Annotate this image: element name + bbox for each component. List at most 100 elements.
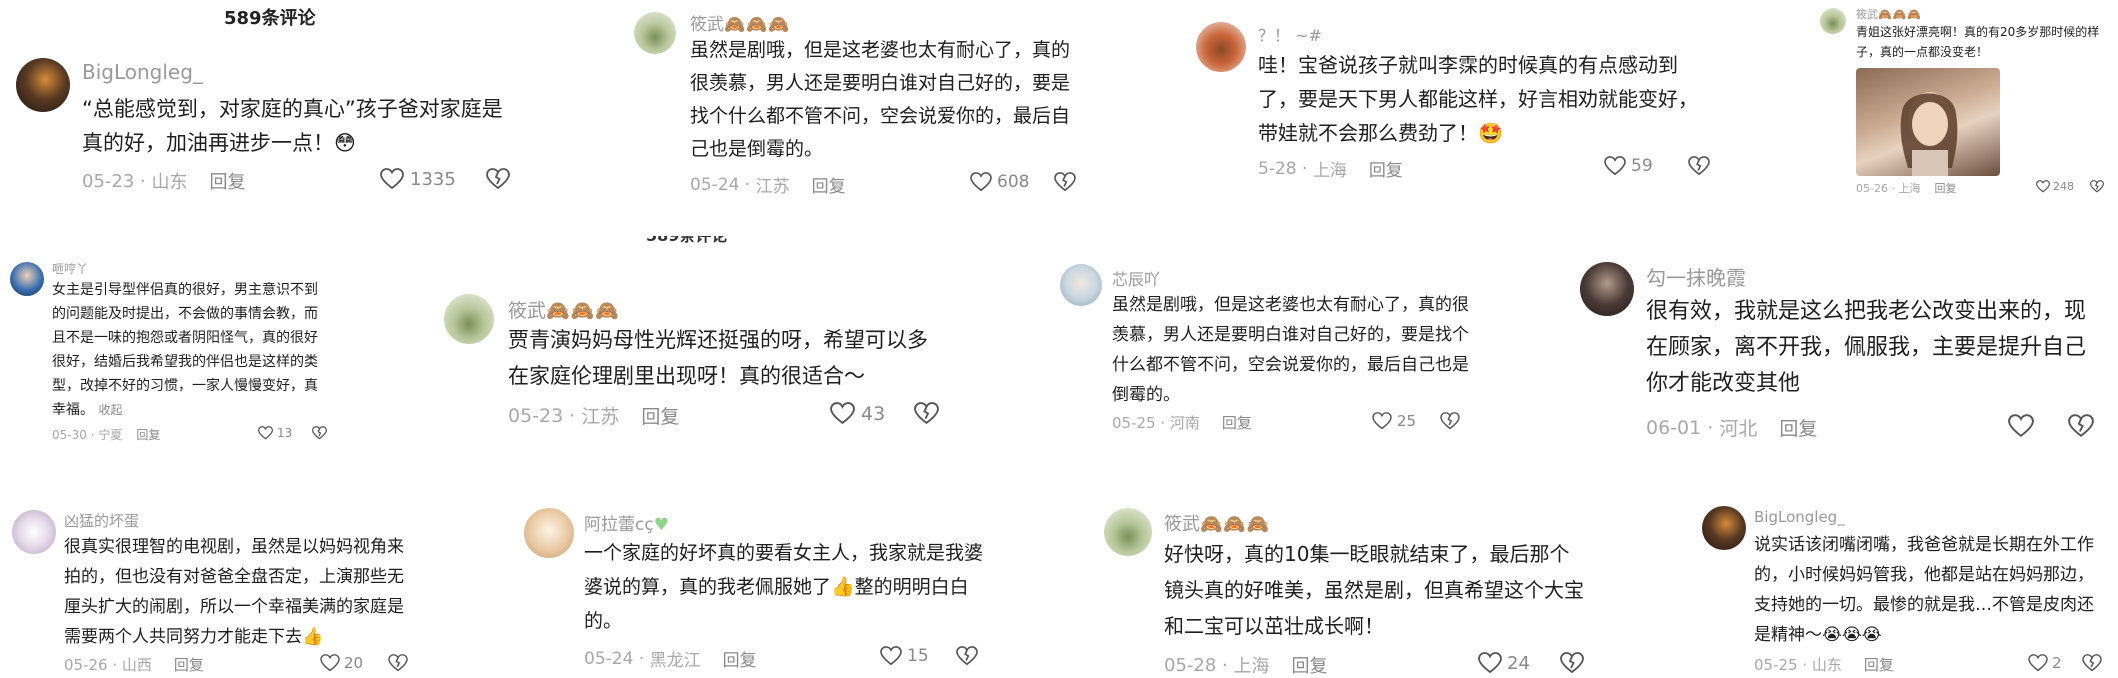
broken-heart-icon (2068, 414, 2094, 438)
heart-outline-icon (830, 402, 855, 425)
like-button[interactable]: 15 (880, 646, 929, 666)
reply-button[interactable]: 回复 (209, 168, 245, 194)
like-count: 15 (907, 646, 929, 666)
like-count: 20 (344, 654, 364, 672)
username[interactable]: BigLongleg_ (1754, 508, 1845, 526)
username[interactable]: 筱武🙈🙈🙈 (1164, 510, 1270, 536)
location: 山东 (1811, 656, 1842, 674)
comment-text: 一个家庭的好坏真的要看女主人，我家就是我婆婆说的算，真的我老佩服她了👍整的明明白… (584, 542, 984, 632)
date: 05-24 (690, 174, 740, 195)
avatar[interactable] (1580, 262, 1634, 316)
dislike-button[interactable] (1560, 652, 1584, 674)
username[interactable]: 芯辰吖 (1112, 266, 1160, 290)
comment-text: 青姐这张好漂亮啊！真的有20多岁那时候的样子，真的一点都没变老！ (1856, 25, 2100, 59)
avatar[interactable] (16, 58, 70, 112)
username[interactable]: 勾一抹晚霞 (1646, 262, 1746, 291)
reply-button[interactable]: 回复 (723, 646, 757, 671)
dislike-button[interactable] (1688, 156, 1710, 176)
like-button[interactable]: 59 (1604, 156, 1653, 176)
dislike-button[interactable] (2082, 654, 2102, 672)
reply-button[interactable]: 回复 (1779, 414, 1817, 441)
avatar[interactable] (444, 294, 494, 344)
dislike-button[interactable] (1054, 172, 1076, 192)
avatar[interactable] (1104, 508, 1152, 556)
comment-text: 虽然是剧哦，但是这老婆也太有耐心了，真的很羡慕，男人还是要明白谁对自己好的，要是… (1112, 295, 1469, 405)
reply-button[interactable]: 回复 (812, 172, 846, 197)
reply-button[interactable]: 回复 (641, 402, 679, 429)
emoji: 😳 (334, 131, 356, 155)
username[interactable]: 筱武🙈🙈🙈 (690, 10, 791, 35)
dislike-button[interactable] (1440, 412, 1460, 430)
like-button[interactable]: 248 (2036, 180, 2074, 193)
comment-text: 好快呀，真的10集一眨眼就结束了，最后那个镜头真的好唯美，虽然是剧，但真希望这个… (1164, 542, 1584, 638)
location: 江苏 (755, 177, 790, 197)
reply-button[interactable]: 回复 (174, 654, 204, 675)
like-count: 2 (2052, 654, 2062, 672)
reply-button[interactable]: 回复 (136, 426, 160, 443)
reply-button[interactable]: 回复 (1369, 156, 1403, 181)
heart-outline-icon (320, 654, 340, 672)
like-count: 43 (861, 402, 886, 425)
username[interactable]: 筱武🙈🙈🙈 (1856, 6, 1922, 22)
avatar[interactable] (634, 12, 676, 54)
broken-heart-icon (1560, 652, 1584, 674)
comment-meta: 05-23 · 山东 回复 (82, 168, 245, 194)
dislike-button[interactable] (2068, 414, 2094, 438)
broken-heart-icon (388, 654, 408, 672)
dislike-button[interactable] (486, 168, 510, 190)
broken-heart-icon (914, 402, 939, 425)
comment-count-title: 589条评论 (224, 8, 316, 29)
like-button[interactable] (2008, 414, 2034, 438)
location: 山东 (151, 172, 188, 193)
user-tags: 🙈🙈🙈 (724, 15, 791, 35)
like-button[interactable]: 25 (1372, 412, 1416, 430)
username[interactable]: BigLongleg_ (82, 60, 203, 84)
username[interactable]: 咂哼丫 (52, 260, 88, 277)
dislike-button[interactable] (388, 654, 408, 672)
like-button[interactable]: 13 (258, 426, 292, 440)
username[interactable]: ？！ ~# (1258, 22, 1322, 46)
username[interactable]: 凶猛的坏蛋 (64, 510, 139, 531)
avatar[interactable] (1702, 506, 1746, 550)
comment-meta: 05-26 · 山西 回复 (64, 654, 204, 675)
date: 05-25 (1754, 655, 1798, 674)
avatar[interactable] (10, 262, 44, 296)
reply-button[interactable]: 回复 (1934, 180, 1956, 196)
comment-meta: 05-28 · 上海 回复 (1164, 652, 1327, 678)
fold-link[interactable]: 收起 (98, 403, 122, 417)
reply-button[interactable]: 回复 (1864, 654, 1894, 675)
like-button[interactable]: 2 (2028, 654, 2062, 672)
clipped-comment-count-title: 589条评论 (646, 236, 727, 246)
like-button[interactable]: 1335 (380, 168, 456, 190)
dislike-button[interactable] (312, 426, 327, 440)
heart-outline-icon (1478, 652, 1502, 674)
like-button[interactable]: 43 (830, 402, 885, 425)
dislike-button[interactable] (2090, 180, 2104, 193)
dislike-button[interactable] (956, 646, 978, 666)
username[interactable]: 筱武🙈🙈🙈 (508, 296, 620, 323)
username[interactable]: 阿拉蕾cç♥ (584, 510, 669, 535)
dislike-button[interactable] (914, 402, 939, 425)
avatar[interactable] (12, 510, 56, 554)
avatar[interactable] (1820, 8, 1846, 34)
green-heart-icon: ♥ (653, 515, 669, 535)
comment-text: 虽然是剧哦，但是这老婆也太有耐心了，真的很羡慕，男人还是要明白谁对自己好的，要是… (690, 39, 1071, 160)
like-button[interactable]: 24 (1478, 652, 1530, 674)
comment-meta: 05-26 · 上海 回复 (1856, 180, 1957, 196)
like-button[interactable]: 608 (970, 172, 1029, 192)
heart-outline-icon (2028, 654, 2048, 672)
comment-meta: 06-01 · 河北 回复 (1646, 414, 1817, 441)
date: 5-28 (1258, 158, 1297, 179)
comment-text: 很有效，我就是这么把我老公改变出来的，现在顾家，离不开我，佩服我，主要是提升自己… (1646, 299, 2087, 396)
avatar[interactable] (524, 508, 574, 558)
reply-button[interactable]: 回复 (1222, 412, 1252, 433)
comment-image[interactable] (1856, 68, 2000, 176)
reply-button[interactable]: 回复 (1291, 652, 1327, 678)
broken-heart-icon (486, 168, 510, 190)
avatar[interactable] (1196, 22, 1246, 72)
avatar[interactable] (1060, 264, 1102, 306)
comment-meta: 05-25 · 河南 回复 (1112, 412, 1252, 433)
like-button[interactable]: 20 (320, 654, 363, 672)
comment-text: 女主是引导型伴侣真的很好，男主意识不到的问题能及时提出，不会做的事情会教，而且不… (52, 282, 318, 418)
comment-text: 哇！宝爸说孩子就叫李霂的时候真的有点感动到了，要是天下男人都能这样，好言相劝就能… (1258, 53, 1698, 145)
